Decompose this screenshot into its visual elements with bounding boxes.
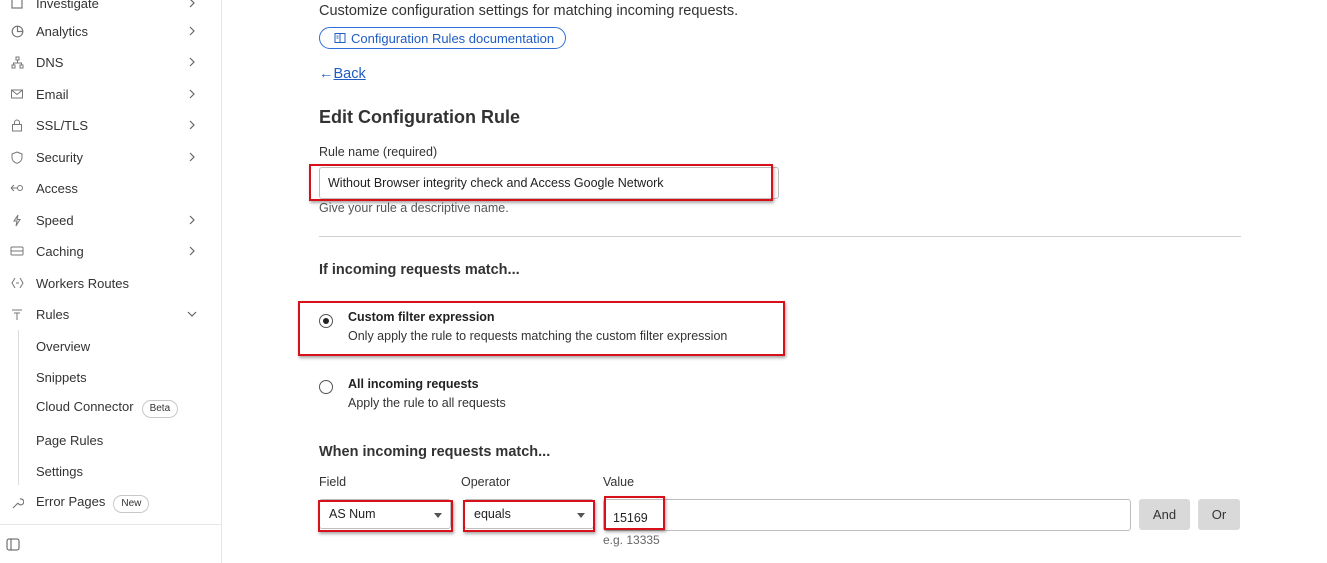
page-description: Customize configuration settings for mat… [319,3,739,19]
sidebar-item-label: Investigate [36,0,99,11]
beta-badge: Beta [141,399,179,418]
field-label: Field [319,475,347,489]
sidebar-item-speed[interactable]: Speed [0,206,221,234]
page-title: Edit Configuration Rule [319,107,520,127]
sidebar-subitem-label: Page Rules [36,432,104,448]
rule-name-hint: Give your rule a descriptive name. [319,201,509,215]
sidebar-item-caching[interactable]: Caching [0,237,221,265]
sidebar-item-workers-routes[interactable]: Workers Routes [0,269,221,297]
sidebar-item-email[interactable]: Email [0,80,221,108]
lock-icon [10,118,24,132]
sidebar: Investigate Analytics DNS Email SSL/TLS … [0,0,222,563]
value-label: Value [603,475,635,489]
sidebar-item-label: Caching [36,243,84,259]
sidebar-subitem-settings[interactable]: Settings [0,458,221,484]
option-all-requests[interactable]: All incoming requests Apply the rule to … [319,377,779,416]
option-custom-filter[interactable]: Custom filter expression Only apply the … [319,310,779,349]
if-match-heading: If incoming requests match... [319,262,520,278]
field-select[interactable]: AS Num [319,499,451,529]
rule-name-label: Rule name (required) [319,145,438,159]
shield-icon [10,150,24,164]
documentation-button[interactable]: Configuration Rules documentation [319,27,566,49]
sidebar-item-error-pages[interactable]: Error Pages New [0,489,221,517]
field-select-value: AS Num [329,507,376,521]
sidebar-subitem-cloud-connector[interactable]: Cloud Connector Beta [0,395,221,421]
chevron-right-icon [187,215,197,225]
sidebar-item-label: Analytics [36,23,89,39]
sidebar-item-label: Workers Routes [36,275,129,291]
chevron-down-icon [187,309,197,319]
email-icon [10,87,24,101]
custom-filter-radio[interactable] [319,314,333,328]
sidebar-item-label: Email [36,86,69,102]
new-badge: New [113,494,150,513]
sidebar-divider [0,524,221,525]
dropdown-caret-icon [577,513,585,518]
option-description: Apply the rule to all requests [348,396,506,410]
chevron-right-icon [187,120,197,130]
sidebar-item-security[interactable]: Security [0,143,221,171]
sidebar-item-label: Security [36,149,83,165]
chevron-right-icon [187,26,197,36]
sidebar-item-access[interactable]: Access [0,174,221,202]
back-link-label: Back [333,66,366,82]
option-title: Custom filter expression [348,310,495,324]
value-hint: e.g. 13335 [603,533,660,547]
analytics-icon [10,24,24,38]
investigate-icon [10,0,24,10]
sidebar-subitem-label: Settings [36,463,83,479]
dropdown-caret-icon [434,513,442,518]
all-requests-radio[interactable] [319,380,333,394]
back-link[interactable]: ←Back [319,66,366,82]
error-pages-text: Error Pages [36,493,106,509]
dns-icon [10,55,24,69]
documentation-button-label: Configuration Rules documentation [351,30,555,46]
rule-name-input[interactable] [319,167,779,199]
sidebar-item-investigate[interactable]: Investigate [0,0,221,17]
sidebar-item-ssl-tls[interactable]: SSL/TLS [0,111,221,139]
chevron-right-icon [187,0,197,8]
wrench-icon [10,496,24,510]
book-icon [334,33,346,43]
sidebar-item-rules[interactable]: Rules [0,300,221,328]
cloud-connector-text: Cloud Connector [36,398,134,414]
sidebar-item-label: Error Pages New [36,493,150,513]
sidebar-item-label: Speed [36,212,74,228]
sidebar-item-dns[interactable]: DNS [0,48,221,76]
operator-label: Operator [461,475,511,489]
operator-select[interactable]: equals [464,499,594,529]
sidebar-subitem-label: Cloud Connector Beta [36,398,179,418]
workers-icon [10,276,24,290]
option-title: All incoming requests [348,377,479,391]
caching-icon [10,244,24,258]
sidebar-subitem-page-rules[interactable]: Page Rules [0,427,221,453]
section-divider [319,236,1241,237]
operator-select-value: equals [474,507,511,521]
back-arrow-icon: ← [319,66,334,82]
and-button[interactable]: And [1139,499,1190,530]
lightning-icon [10,213,24,227]
sidebar-item-label: DNS [36,54,64,70]
chevron-right-icon [187,246,197,256]
sidebar-item-label: SSL/TLS [36,117,89,133]
value-input[interactable] [603,499,1131,531]
rules-icon [10,307,24,321]
or-button[interactable]: Or [1198,499,1240,530]
sidebar-subitem-overview[interactable]: Overview [0,333,221,359]
sidebar-item-label: Rules [36,306,70,322]
sidebar-item-label: Access [36,180,78,196]
sidebar-subitem-label: Overview [36,338,91,354]
collapse-sidebar-icon[interactable] [6,538,20,552]
access-icon [10,181,24,195]
when-match-heading: When incoming requests match... [319,444,551,460]
option-description: Only apply the rule to requests matching… [348,329,728,343]
sidebar-item-analytics[interactable]: Analytics [0,17,221,45]
chevron-right-icon [187,152,197,162]
chevron-right-icon [187,57,197,67]
chevron-right-icon [187,89,197,99]
sidebar-subitem-label: Snippets [36,369,87,385]
main-content: Customize configuration settings for mat… [222,0,1327,563]
sidebar-subitem-snippets[interactable]: Snippets [0,364,221,390]
